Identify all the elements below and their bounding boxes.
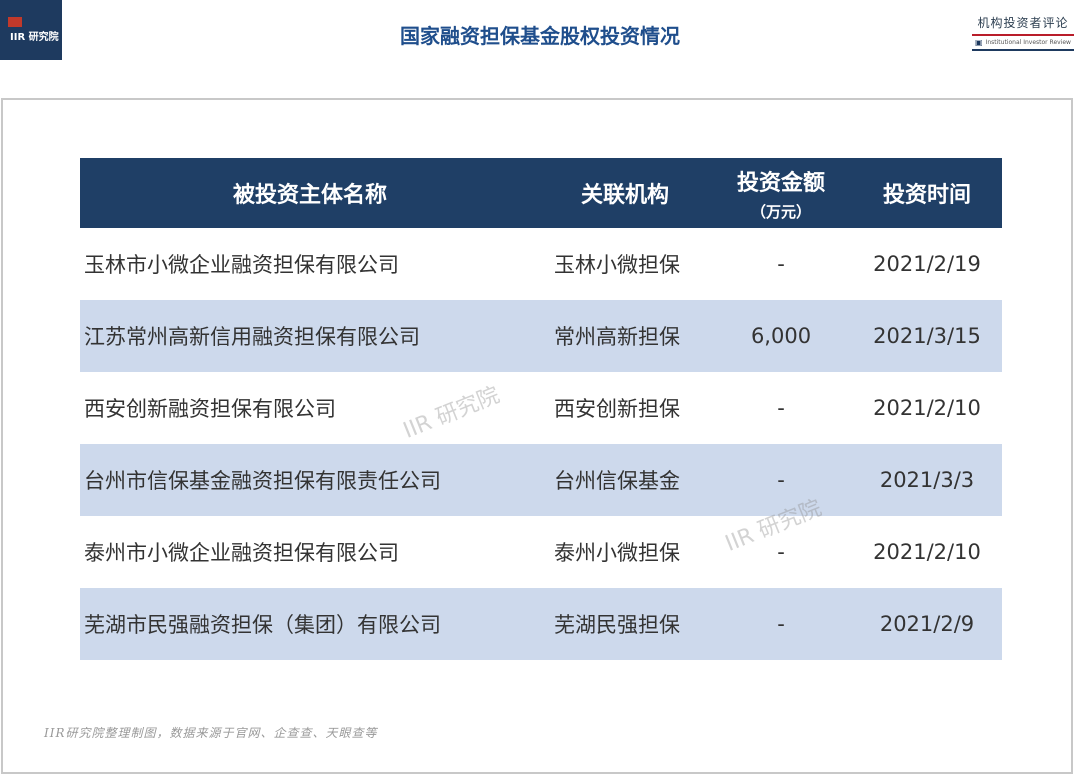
cell-date: 2021/2/19 xyxy=(873,252,981,276)
cell-assoc: 玉林小微担保 xyxy=(554,253,680,277)
cell-amount: - xyxy=(777,396,785,420)
cell-assoc: 西安创新担保 xyxy=(554,397,680,421)
header-date: 投资时间 xyxy=(852,158,1002,228)
cell-assoc: 台州信保基金 xyxy=(540,444,710,516)
table-row: 台州市信保基金融资担保有限责任公司 台州信保基金 - 2021/3/3 xyxy=(80,444,1002,516)
header-amount-unit: （万元） xyxy=(750,202,811,221)
header-assoc: 关联机构 xyxy=(540,158,710,228)
table-row: 玉林市小微企业融资担保有限公司 玉林小微担保 - 2021/2/19 xyxy=(80,228,1002,300)
cell-name: 江苏常州高新信用融资担保有限公司 xyxy=(80,300,540,372)
brand-logo: 机构投资者评论 ▣ Institutional Investor Review xyxy=(972,14,1074,51)
brand-divider xyxy=(972,34,1074,36)
cell-date: 2021/2/9 xyxy=(852,588,1002,660)
investment-table: 被投资主体名称 关联机构 投资金额 （万元） 投资时间 玉林市小微企业融资担保有… xyxy=(80,158,1002,660)
table-row: 西安创新融资担保有限公司 西安创新担保 - 2021/2/10 xyxy=(80,372,1002,444)
cell-date: 2021/3/15 xyxy=(852,300,1002,372)
cell-date: 2021/2/10 xyxy=(873,540,981,564)
cell-name: 芜湖市民强融资担保（集团）有限公司 xyxy=(80,588,540,660)
header-amount: 投资金额 （万元） xyxy=(710,158,852,228)
brand-divider-blue xyxy=(972,49,1074,51)
brand-name-en: Institutional Investor Review xyxy=(985,39,1071,46)
header-name: 被投资主体名称 xyxy=(80,158,540,228)
cell-amount: - xyxy=(777,252,785,276)
cell-date: 2021/3/3 xyxy=(852,444,1002,516)
cell-name: 台州市信保基金融资担保有限责任公司 xyxy=(80,444,540,516)
page-title: 国家融资担保基金股权投资情况 xyxy=(400,24,680,48)
building-icon: ▣ xyxy=(975,38,983,47)
header-amount-label: 投资金额 xyxy=(736,170,825,196)
cell-assoc: 泰州小微担保 xyxy=(554,541,680,565)
cell-assoc: 常州高新担保 xyxy=(540,300,710,372)
source-note: IIR研究院整理制图，数据来源于官网、企查查、天眼查等 xyxy=(44,726,378,740)
table-row: 芜湖市民强融资担保（集团）有限公司 芜湖民强担保 - 2021/2/9 xyxy=(80,588,1002,660)
cell-name: 泰州市小微企业融资担保有限公司 xyxy=(84,541,399,565)
table-header-row: 被投资主体名称 关联机构 投资金额 （万元） 投资时间 xyxy=(80,158,1002,228)
table-row: 泰州市小微企业融资担保有限公司 泰州小微担保 - 2021/2/10 xyxy=(80,516,1002,588)
cell-date: 2021/2/10 xyxy=(873,396,981,420)
cell-name: 玉林市小微企业融资担保有限公司 xyxy=(84,253,399,277)
cell-amount: - xyxy=(710,588,852,660)
cell-assoc: 芜湖民强担保 xyxy=(540,588,710,660)
table-row: 江苏常州高新信用融资担保有限公司 常州高新担保 6,000 2021/3/15 xyxy=(80,300,1002,372)
brand-name-cn: 机构投资者评论 xyxy=(977,16,1069,30)
cell-amount: 6,000 xyxy=(710,300,852,372)
